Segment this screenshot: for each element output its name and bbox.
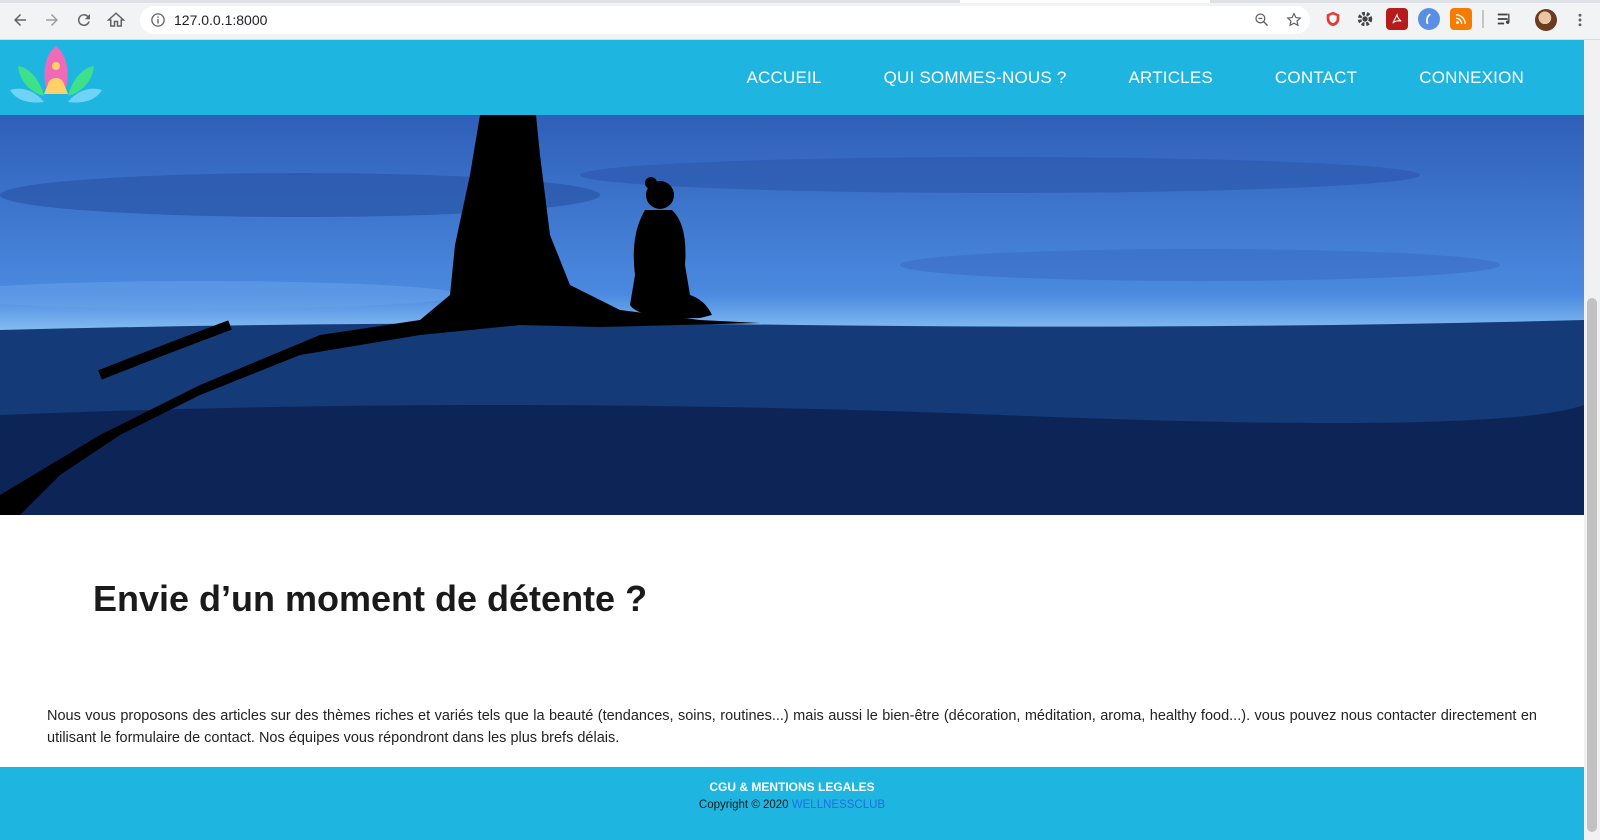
nav-qui-sommes-nous[interactable]: QUI SOMMES-NOUS ? xyxy=(884,68,1067,88)
nav-articles[interactable]: ARTICLES xyxy=(1128,68,1212,88)
site-header: ACCUEIL QUI SOMMES-NOUS ? ARTICLES CONTA… xyxy=(0,40,1584,115)
browser-toolbar: 127.0.0.1:8000 xyxy=(0,0,1600,40)
extensions-tray xyxy=(1322,8,1516,30)
copyright: Copyright © 2020 WELLNESSCLUB xyxy=(0,799,1584,811)
home-icon[interactable] xyxy=(104,8,128,32)
hero-banner-image xyxy=(0,115,1584,515)
toolbar-divider xyxy=(1482,10,1484,28)
tab-strip xyxy=(0,0,1600,3)
zoom-icon[interactable] xyxy=(1252,10,1272,30)
media-control-icon[interactable] xyxy=(1494,8,1516,30)
profile-avatar[interactable] xyxy=(1535,9,1557,31)
menu-kebab-icon[interactable] xyxy=(1570,10,1590,30)
info-icon[interactable] xyxy=(150,12,166,28)
reload-icon[interactable] xyxy=(72,8,96,32)
vertical-scrollbar[interactable] xyxy=(1584,40,1600,840)
blue-extension-icon[interactable] xyxy=(1418,8,1440,30)
url-text[interactable]: 127.0.0.1:8000 xyxy=(174,12,267,28)
forward-icon[interactable] xyxy=(40,8,64,32)
address-bar[interactable]: 127.0.0.1:8000 xyxy=(140,6,1310,34)
page-viewport: ACCUEIL QUI SOMMES-NOUS ? ARTICLES CONTA… xyxy=(0,40,1584,840)
star-icon[interactable] xyxy=(1284,10,1304,30)
page-title: Envie d’un moment de détente ? xyxy=(93,578,648,619)
main-nav: ACCUEIL QUI SOMMES-NOUS ? ARTICLES CONTA… xyxy=(747,40,1524,115)
site-footer: CGU & MENTIONS LEGALES Copyright © 2020 … xyxy=(0,767,1584,840)
rss-extension-icon[interactable] xyxy=(1450,8,1472,30)
intro-paragraph: Nous vous proposons des articles sur des… xyxy=(47,708,1537,746)
brand-link[interactable]: WELLNESSCLUB xyxy=(792,799,885,811)
copyright-text: Copyright © 2020 xyxy=(698,799,789,811)
scrollbar-thumb[interactable] xyxy=(1587,298,1597,832)
nav-accueil[interactable]: ACCUEIL xyxy=(747,68,822,88)
pdf-extension-icon[interactable] xyxy=(1386,8,1408,30)
shield-extension-icon[interactable] xyxy=(1322,8,1344,30)
nav-contact[interactable]: CONTACT xyxy=(1275,68,1357,88)
active-tab-indicator xyxy=(960,0,1210,3)
nav-connexion[interactable]: CONNEXION xyxy=(1419,68,1524,88)
cgu-link[interactable]: CGU & MENTIONS LEGALES xyxy=(0,780,1584,794)
gear-extension-icon[interactable] xyxy=(1354,8,1376,30)
lotus-logo-icon[interactable] xyxy=(8,44,104,110)
back-icon[interactable] xyxy=(8,8,32,32)
